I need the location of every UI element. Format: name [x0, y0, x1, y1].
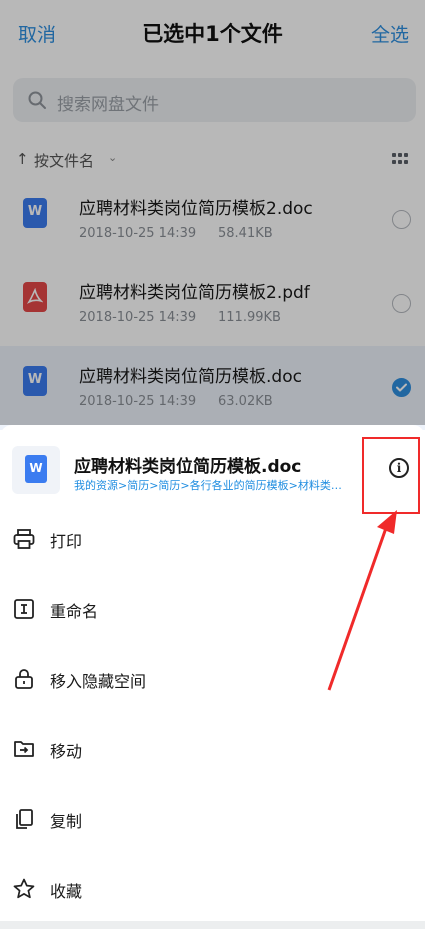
menu-item-favorite[interactable]: 收藏 — [0, 859, 425, 919]
dim-overlay[interactable] — [0, 0, 425, 425]
menu-item-label: 移动 — [50, 742, 83, 761]
menu-item-label: 重命名 — [50, 602, 99, 621]
copy-icon — [16, 809, 33, 829]
rename-icon — [14, 599, 34, 619]
menu-item-label: 移入隐藏空间 — [50, 672, 147, 691]
lock-icon — [15, 669, 33, 689]
highlight-box — [362, 437, 420, 514]
menu-item-rename[interactable]: 重命名 — [0, 579, 425, 639]
menu-item-move[interactable]: 移动 — [0, 719, 425, 779]
menu-item-copy[interactable]: 复制 — [0, 789, 425, 849]
action-sheet: W 应聘材料类岗位简历模板.doc 我的资源>简历>简历>各行各业的简历模板>材… — [0, 425, 425, 929]
sheet-file-name: 应聘材料类岗位简历模板.doc — [74, 457, 302, 477]
file-path-link[interactable]: 我的资源>简历>简历>各行各业的简历模板>材料类简历模板 — [74, 477, 352, 493]
bottom-divider — [0, 921, 425, 929]
menu-item-label: 收藏 — [50, 882, 83, 901]
word-file-icon: W — [12, 446, 60, 494]
printer-icon — [13, 529, 35, 549]
menu-item-print[interactable]: 打印 — [0, 509, 425, 569]
star-icon — [13, 878, 35, 899]
menu-item-hide[interactable]: 移入隐藏空间 — [0, 649, 425, 709]
menu-item-label: 复制 — [50, 812, 83, 831]
menu-item-label: 打印 — [50, 532, 83, 551]
move-folder-icon — [14, 741, 34, 757]
